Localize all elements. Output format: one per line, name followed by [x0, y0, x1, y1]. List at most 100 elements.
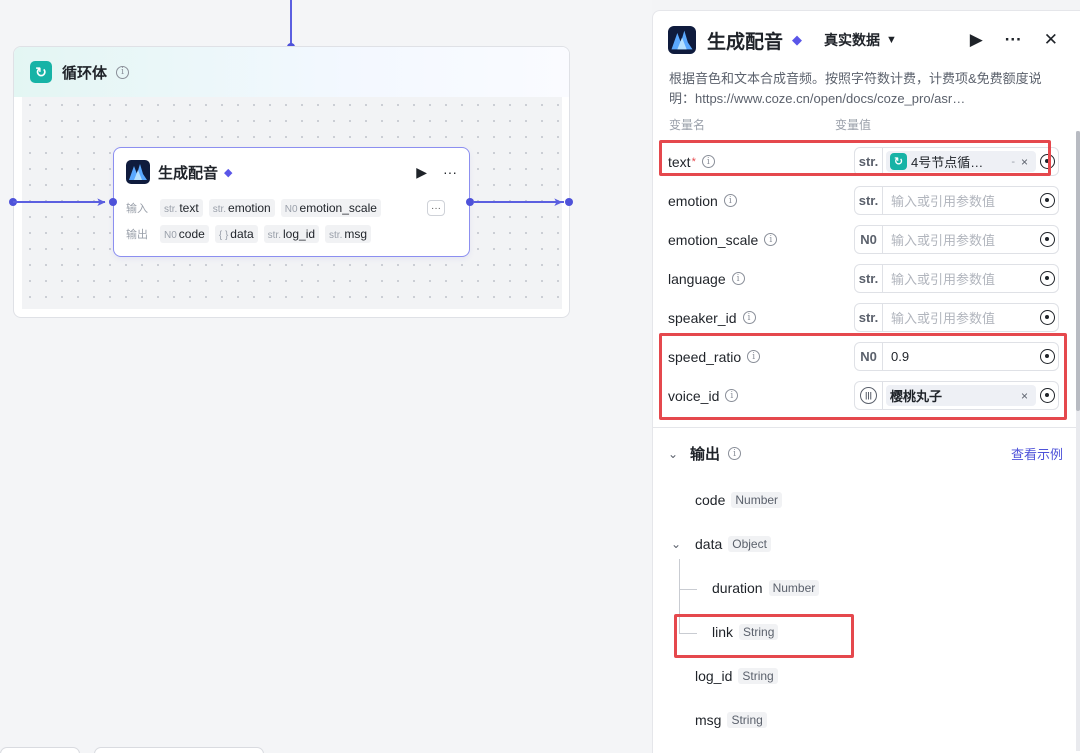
node-output-port[interactable]	[466, 198, 474, 206]
voice-label: 樱桃丸子	[890, 389, 943, 404]
more-icon[interactable]: ···	[443, 164, 457, 181]
output-chip: str. log_id	[263, 225, 320, 243]
type-tag: Number	[768, 580, 820, 596]
param-input-emotion-scale[interactable]: N0 输入或引用参数值	[854, 225, 1059, 254]
ref-extra: -	[1011, 155, 1015, 168]
param-row-speed-ratio: speed_ratio i N0 0.9	[653, 337, 1080, 376]
loop-icon: ↻	[30, 61, 52, 83]
caret-down-icon: ▼	[886, 34, 897, 46]
loop-body-right-port[interactable]	[565, 198, 573, 206]
data-mode-select[interactable]: 真实数据 ▼	[824, 30, 897, 50]
voice-chip[interactable]: 樱桃丸子 ×	[886, 385, 1036, 406]
info-icon[interactable]: i	[742, 311, 756, 324]
info-icon[interactable]: i	[723, 194, 737, 207]
info-icon[interactable]: i	[747, 350, 761, 363]
voice-waveform-icon: |||	[855, 382, 883, 409]
connector-right	[474, 201, 564, 203]
param-input-text[interactable]: str. ↻ 4号节点循… - ×	[854, 147, 1059, 176]
param-input-speed-ratio[interactable]: N0 0.9	[854, 342, 1059, 371]
param-name: language	[668, 270, 726, 287]
type-tag: String	[738, 668, 778, 684]
variable-picker-icon[interactable]	[1039, 154, 1055, 169]
output-chip: N0 code	[160, 225, 209, 243]
voice-app-icon	[126, 160, 150, 184]
output-name: duration	[712, 580, 763, 596]
variable-picker-icon[interactable]	[1039, 271, 1055, 286]
input-chip: str. text	[160, 199, 203, 217]
type-badge: str.	[855, 304, 883, 331]
chevron-down-icon[interactable]: ⌄	[671, 537, 685, 551]
output-item: duration Number	[712, 580, 820, 596]
variable-picker-icon[interactable]	[1039, 232, 1055, 247]
info-icon[interactable]: i	[725, 389, 739, 402]
more-icon[interactable]: ···	[1005, 30, 1022, 50]
node-input-row: 输入 str. text str. emotion N0 emotion_scale …	[114, 196, 469, 220]
info-icon[interactable]: i	[116, 65, 130, 79]
type-badge: str.	[855, 265, 883, 292]
variable-picker-icon[interactable]	[1039, 388, 1055, 403]
param-input-language[interactable]: str. 输入或引用参数值	[854, 264, 1059, 293]
param-name: emotion	[668, 192, 718, 209]
variable-picker-icon[interactable]	[1039, 310, 1055, 325]
section-divider	[653, 427, 1080, 428]
chevron-down-icon[interactable]: ⌄	[668, 447, 682, 461]
workflow-canvas[interactable]: ↻ 循环体 i ➤ 生成配音 ◆ ▶ ··· 输入 str. text str. e…	[0, 0, 652, 753]
node-config-panel: 生成配音 ◆ 真实数据 ▼ ▶ ··· ✕ 根据音色和文本合成音频。按照字符数计…	[652, 10, 1080, 753]
scrollbar-thumb[interactable]	[1076, 131, 1080, 411]
remove-voice-icon[interactable]: ×	[1021, 389, 1032, 403]
param-input-emotion[interactable]: str. 输入或引用参数值	[854, 186, 1059, 215]
voice-node-card[interactable]: 生成配音 ◆ ▶ ··· 输入 str. text str. emotion N0 e…	[113, 147, 470, 257]
node-input-port[interactable]	[109, 198, 117, 206]
type-badge: N0	[855, 226, 883, 253]
bottom-toolbar-right[interactable]	[94, 747, 264, 753]
param-input-voice-id[interactable]: ||| 樱桃丸子 ×	[854, 381, 1059, 410]
type-tag: String	[727, 712, 767, 728]
param-row-voice-id: voice_id i ||| 樱桃丸子 ×	[653, 376, 1080, 415]
output-item[interactable]: ⌄ data Object	[671, 536, 771, 552]
info-icon[interactable]: i	[701, 155, 715, 168]
reference-chip[interactable]: ↻ 4号节点循… - ×	[886, 151, 1036, 172]
input-label: 输入	[126, 203, 148, 215]
output-name: link	[712, 624, 734, 640]
param-row-text: text * i str. ↻ 4号节点循… - ×	[653, 142, 1080, 181]
col-name-label: 变量名	[669, 118, 706, 132]
param-row-emotion: emotion i str. 输入或引用参数值	[653, 181, 1080, 220]
variable-picker-icon[interactable]	[1039, 349, 1055, 364]
premium-gem-icon: ◆	[224, 166, 233, 179]
output-item: msg String	[695, 712, 767, 728]
run-icon[interactable]: ▶	[416, 164, 427, 181]
info-icon[interactable]: i	[764, 233, 778, 246]
type-badge: str.	[855, 187, 883, 214]
see-example-link[interactable]: 查看示例	[1011, 444, 1063, 463]
output-label: 输出	[126, 229, 148, 241]
output-item: link String	[712, 624, 779, 640]
param-row-language: language i str. 输入或引用参数值	[653, 259, 1080, 298]
run-icon[interactable]: ▶	[970, 30, 983, 50]
loop-header: ↻ 循环体 i	[14, 47, 569, 97]
placeholder: 输入或引用参数值	[891, 311, 996, 326]
param-name: speaker_id	[668, 309, 737, 326]
param-value: 0.9	[891, 349, 910, 364]
tree-line	[679, 559, 680, 633]
premium-gem-icon: ◆	[792, 32, 803, 47]
output-name: data	[695, 536, 723, 552]
input-chip: N0 emotion_scale	[280, 199, 381, 217]
voice-app-icon	[668, 26, 696, 54]
output-name: log_id	[695, 668, 733, 684]
info-icon[interactable]: i	[728, 447, 742, 460]
bottom-toolbar-left[interactable]	[0, 747, 80, 753]
param-input-speaker-id[interactable]: str. 输入或引用参数值	[854, 303, 1059, 332]
output-section-header[interactable]: ⌄ 输出 i 查看示例	[668, 443, 1063, 464]
arrow-right-icon: ➤	[553, 195, 564, 209]
more-inputs-icon[interactable]: ···	[427, 200, 445, 216]
variable-picker-icon[interactable]	[1039, 193, 1055, 208]
reference-label: 4号节点循…	[911, 155, 984, 170]
info-icon[interactable]: i	[731, 272, 745, 285]
data-mode-label: 真实数据	[824, 32, 881, 48]
panel-description: 根据音色和文本合成音频。按照字符数计费，计费项&免费额度说明：https://w…	[669, 71, 1042, 106]
close-icon[interactable]: ✕	[1044, 30, 1058, 50]
output-name: msg	[695, 712, 722, 728]
type-tag: Number	[731, 492, 783, 508]
remove-ref-icon[interactable]: ×	[1021, 155, 1032, 169]
node-output-row: 输出 N0 code { } data str. log_id str. msg	[114, 222, 469, 246]
